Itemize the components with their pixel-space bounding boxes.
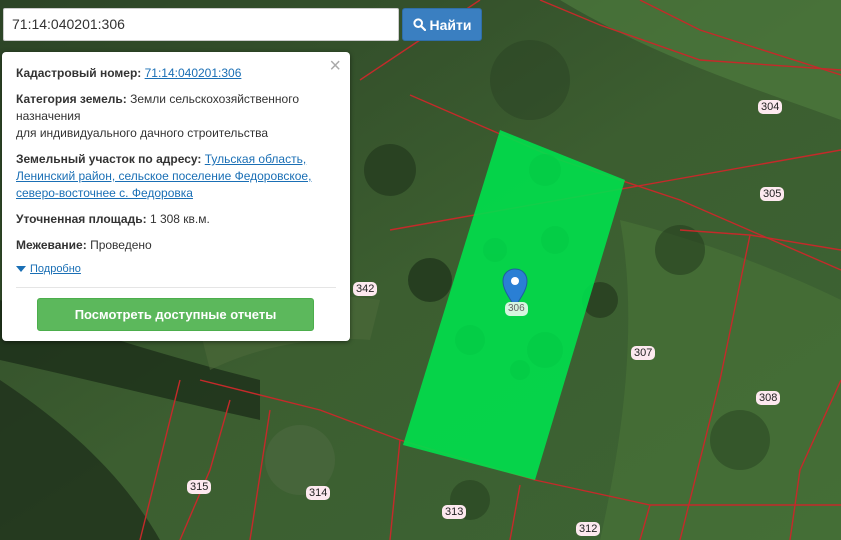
survey-row: Межевание: Проведено (16, 237, 336, 254)
area-row: Уточненная площадь: 1 308 кв.м. (16, 211, 336, 228)
cadastral-number-label: Кадастровый номер: (16, 66, 142, 80)
divider (16, 287, 336, 288)
area-value: 1 308 кв.м. (149, 212, 210, 226)
survey-label: Межевание: (16, 238, 87, 252)
plot-label-308: 308 (756, 391, 781, 405)
plot-label-312: 312 (576, 522, 601, 536)
plot-label-315: 315 (187, 480, 212, 494)
details-link[interactable]: Подробно (30, 263, 81, 275)
search-icon (412, 18, 426, 31)
cadastral-number-link[interactable]: 71:14:040201:306 (145, 66, 242, 80)
close-icon[interactable]: × (329, 56, 341, 76)
search-button[interactable]: Найти (402, 8, 482, 41)
land-category-row: Категория земель: Земли сельскохозяйстве… (16, 91, 336, 142)
plot-label-342: 342 (353, 282, 378, 296)
plot-label-307: 307 (631, 346, 656, 360)
caret-down-icon (16, 266, 26, 272)
view-reports-button[interactable]: Посмотреть доступные отчеты (37, 298, 314, 331)
survey-value: Проведено (90, 238, 152, 252)
plot-label-313: 313 (442, 505, 467, 519)
land-category-value-2: для индивидуального дачного строительств… (16, 126, 269, 140)
address-row: Земельный участок по адресу: Тульская об… (16, 151, 336, 202)
plot-label-306: 306 (505, 302, 528, 316)
cadastral-search-input[interactable]: 71:14:040201:306 (3, 8, 399, 41)
plot-label-314: 314 (306, 486, 331, 500)
details-toggle[interactable]: Подробно (16, 263, 336, 275)
land-category-label: Категория земель: (16, 92, 127, 106)
address-label: Земельный участок по адресу: (16, 152, 202, 166)
plot-label-304: 304 (758, 100, 783, 114)
parcel-info-popup: × Кадастровый номер: 71:14:040201:306 Ка… (2, 52, 350, 341)
area-label: Уточненная площадь: (16, 212, 147, 226)
cadastral-number-row: Кадастровый номер: 71:14:040201:306 (16, 65, 336, 82)
plot-label-305: 305 (760, 187, 785, 201)
search-button-label: Найти (429, 16, 472, 33)
